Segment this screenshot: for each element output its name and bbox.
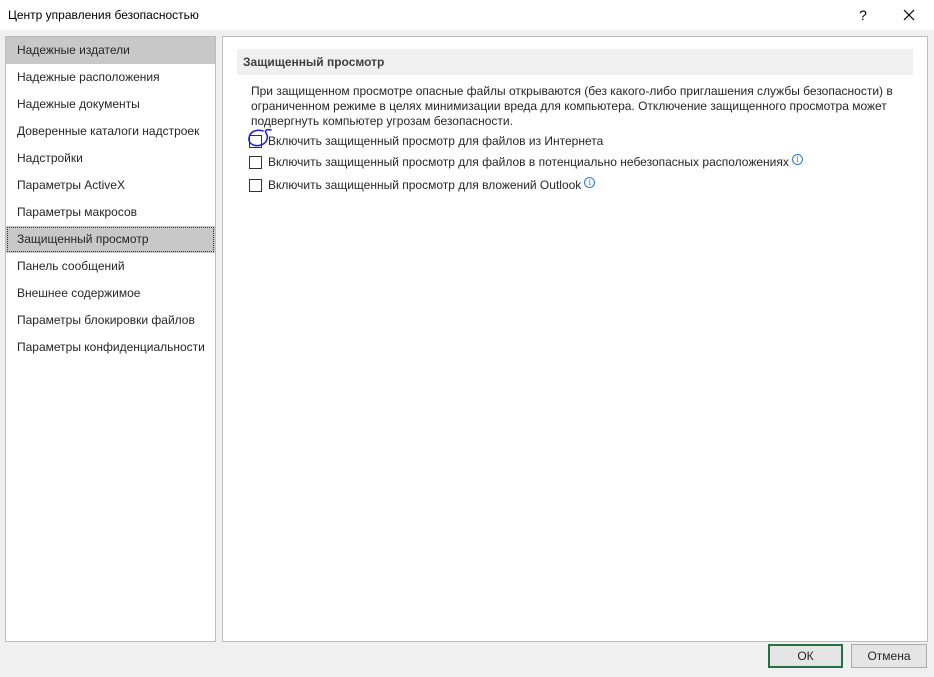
- sidebar-item-privacy-options[interactable]: Параметры конфиденциальности: [6, 334, 215, 361]
- outlook-attachments-checkbox[interactable]: [249, 178, 262, 192]
- window-title: Центр управления безопасностью: [8, 8, 199, 22]
- option-outlook-attachments[interactable]: Включить защищенный просмотр для вложени…: [249, 176, 596, 194]
- info-icon[interactable]: i: [791, 153, 803, 165]
- sidebar-item-addins[interactable]: Надстройки: [6, 145, 215, 172]
- unsafe-locations-checkbox[interactable]: [249, 155, 262, 169]
- sidebar-item-activex-settings[interactable]: Параметры ActiveX: [6, 172, 215, 199]
- outlook-attachments-label: Включить защищенный просмотр для вложени…: [268, 178, 582, 192]
- close-icon: [903, 9, 915, 21]
- trust-center-dialog: Центр управления безопасностью ? Надежны…: [0, 0, 934, 677]
- info-icon[interactable]: i: [584, 176, 596, 188]
- sidebar-item-trusted-locations[interactable]: Надежные расположения: [6, 64, 215, 91]
- unsafe-locations-label: Включить защищенный просмотр для файлов …: [268, 155, 789, 169]
- cancel-button[interactable]: Отмена: [851, 644, 927, 668]
- close-button[interactable]: [886, 0, 932, 30]
- help-button[interactable]: ?: [840, 0, 886, 30]
- option-internet-files[interactable]: Включить защищенный просмотр для файлов …: [249, 132, 603, 150]
- sidebar-item-message-bar[interactable]: Панель сообщений: [6, 253, 215, 280]
- internet-files-label: Включить защищенный просмотр для файлов …: [268, 134, 604, 148]
- internet-files-checkbox[interactable]: [249, 134, 262, 148]
- ok-button[interactable]: ОК: [768, 644, 843, 668]
- title-bar: Центр управления безопасностью ?: [0, 0, 934, 30]
- sidebar-item-trusted-documents[interactable]: Надежные документы: [6, 91, 215, 118]
- sidebar-item-trusted-addin-catalogs[interactable]: Доверенные каталоги надстроек: [6, 118, 215, 145]
- settings-panel: Защищенный просмотр При защищенном просм…: [222, 36, 928, 642]
- sidebar-item-external-content[interactable]: Внешнее содержимое: [6, 280, 215, 307]
- sidebar-item-macro-settings[interactable]: Параметры макросов: [6, 199, 215, 226]
- category-sidebar: Надежные издатели Надежные расположения …: [5, 36, 216, 642]
- section-title: Защищенный просмотр: [237, 49, 913, 75]
- sidebar-item-file-block-settings[interactable]: Параметры блокировки файлов: [6, 307, 215, 334]
- sidebar-item-trusted-publishers[interactable]: Надежные издатели: [6, 37, 215, 64]
- protected-view-description: При защищенном просмотре опасные файлы о…: [251, 84, 893, 128]
- option-unsafe-locations[interactable]: Включить защищенный просмотр для файлов …: [249, 153, 803, 171]
- sidebar-item-protected-view[interactable]: Защищенный просмотр: [6, 226, 215, 253]
